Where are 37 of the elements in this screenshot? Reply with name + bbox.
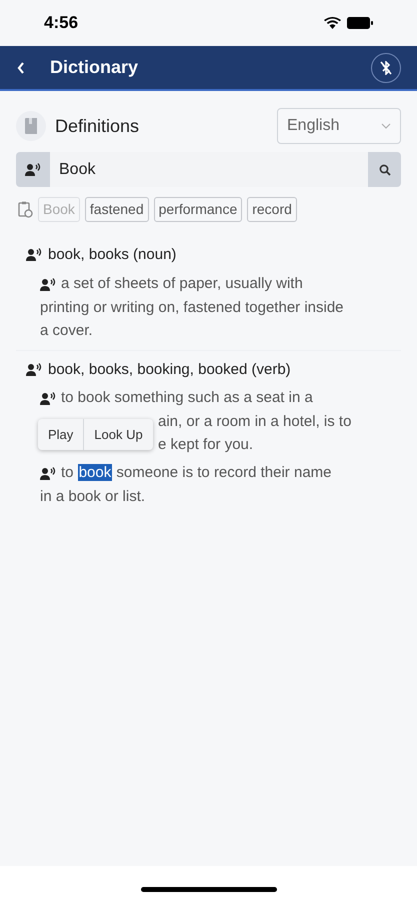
search-icon (378, 164, 390, 176)
history-chip[interactable]: fastened (84, 197, 149, 222)
history-chip[interactable]: record (247, 197, 297, 222)
menu-action[interactable]: Look Up (83, 419, 153, 450)
language-dropdown[interactable]: English (277, 108, 401, 144)
definition-text: someone is to record their name (116, 464, 332, 481)
search-field[interactable]: Book (50, 152, 368, 187)
back-icon[interactable] (16, 60, 26, 74)
entry-heading: book, books (noun) (48, 245, 176, 265)
definition-text: to (61, 464, 74, 481)
speaker-person-icon[interactable] (40, 392, 56, 406)
history-chip[interactable]: performance (154, 197, 242, 222)
definition-text: printing or writing on, fastened together inside (40, 298, 344, 316)
wifi-icon (324, 17, 341, 29)
selected-word: book (78, 464, 112, 481)
book-icon (25, 118, 37, 134)
section-title: Definitions (55, 114, 140, 138)
chevron-down-icon (381, 123, 391, 129)
definition-text: e kept for you. (158, 436, 254, 453)
definition-text: a cover. (40, 322, 93, 338)
definition-text: ain, or a room in a hotel, is to (158, 413, 352, 430)
bluetooth-off-button[interactable] (371, 52, 401, 82)
header-title: Dictionary (50, 56, 138, 79)
bluetooth-off-icon (380, 60, 392, 74)
menu-action[interactable]: Play (38, 419, 84, 450)
status-time: 4:56 (44, 12, 78, 34)
speaker-person-icon[interactable] (40, 467, 56, 482)
definition-text: to book something such as a seat in a (61, 389, 313, 406)
speaker-person-icon[interactable] (40, 278, 56, 292)
definition-text: in a book or list. (40, 488, 146, 505)
entry-heading: book, books, booking, booked (verb) (48, 360, 291, 380)
speaker-person-icon[interactable] (25, 162, 41, 176)
definition-text: a set of sheets of paper, usually with (61, 274, 303, 292)
speaker-person-icon[interactable] (26, 362, 42, 377)
clipboard-history-icon (18, 201, 33, 218)
battery-icon (347, 17, 373, 29)
speaker-person-icon[interactable] (26, 248, 42, 262)
